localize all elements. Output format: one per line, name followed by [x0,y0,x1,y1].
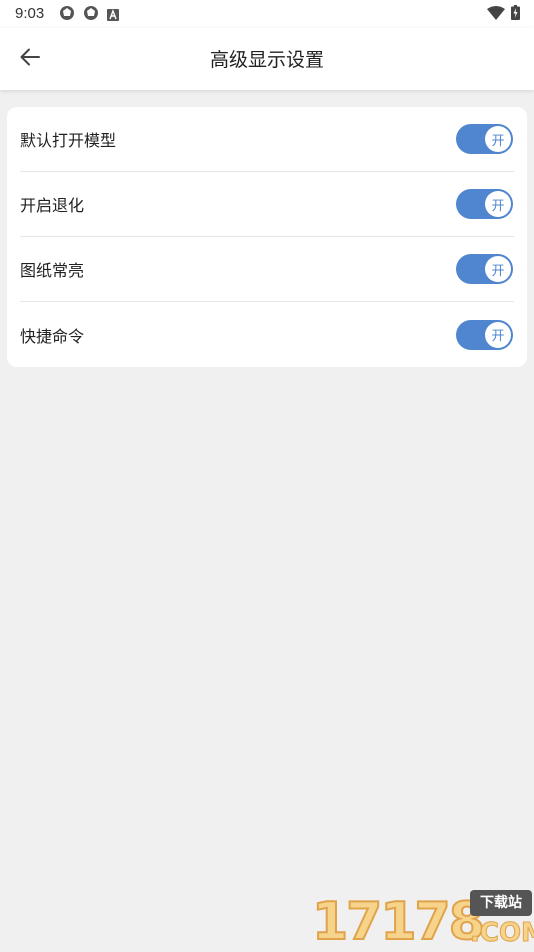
settings-card: 默认打开模型 开 开启退化 开 图纸常亮 开 快捷命令 开 [7,107,527,367]
setting-label: 默认打开模型 [20,131,117,150]
aperture-icon [83,5,99,25]
setting-label: 开启退化 [20,196,85,215]
watermark-badge: 下载站 [470,890,532,916]
watermark-digits: 17178 [311,891,486,952]
toggle-text: 开 [491,198,505,214]
toggle-switch[interactable]: 开 [456,254,513,284]
setting-label: 快捷命令 [20,326,85,346]
aperture-icon [59,5,75,25]
toggle-text: 开 [491,133,505,149]
app-bar: 高级显示设置 [0,28,534,90]
toggle-switch[interactable]: 开 [456,189,513,219]
setting-row-degradation: 开启退化 开 [20,172,514,237]
status-notification-icons [59,5,119,25]
toggle-switch[interactable]: 开 [456,319,513,350]
wifi-icon [487,5,505,24]
toggle-text: 开 [491,263,505,279]
toggle-switch[interactable]: 开 [456,124,513,154]
setting-row-drawing-always-on: 图纸常亮 开 [20,237,514,302]
toggle-text: 开 [491,329,505,344]
status-system-icons [487,5,520,24]
toggle-knob: 开 [485,321,511,348]
toggle-knob: 开 [485,126,511,152]
watermark-logo: 17178 下载站 .COM [311,888,534,952]
status-bar: 9:03 [0,0,534,28]
page-title: 高级显示设置 [209,49,324,71]
font-a-icon [107,6,119,25]
setting-label: 图纸常亮 [20,261,85,280]
toggle-knob: 开 [485,256,511,282]
battery-charging-icon [511,5,520,24]
setting-row-open-model: 默认打开模型 开 [20,107,514,172]
watermark-domain: .COM [470,918,534,949]
setting-row-shortcut-commands: 快捷命令 开 [20,302,514,367]
status-time: 9:03 [15,5,45,22]
toggle-knob: 开 [485,191,511,217]
